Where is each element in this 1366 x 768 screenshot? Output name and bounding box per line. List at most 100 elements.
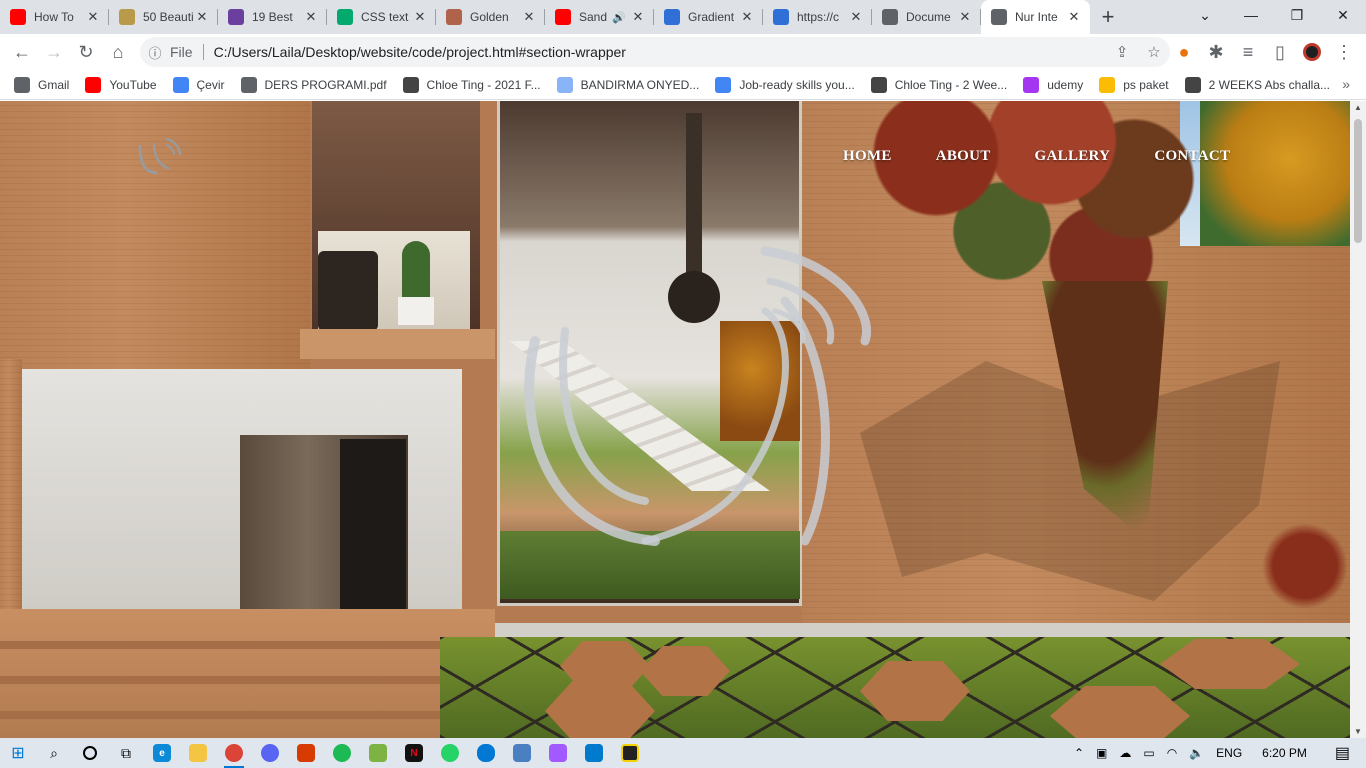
bookmark-star-icon[interactable]: ☆ xyxy=(1138,43,1170,61)
close-window-button[interactable]: ✕ xyxy=(1320,0,1366,30)
close-tab-icon[interactable]: ✕ xyxy=(194,9,210,25)
bookmark-item[interactable]: Gmail xyxy=(14,76,70,93)
browser-tab[interactable]: 19 Best ✕ xyxy=(218,0,327,34)
volume-icon[interactable]: 🔈 xyxy=(1189,746,1204,760)
whatsapp-icon[interactable] xyxy=(432,738,468,768)
meet-now-icon[interactable]: ▣ xyxy=(1096,746,1107,760)
browser-tab[interactable]: 50 Beauti ✕ xyxy=(109,0,218,34)
scrollbar-thumb[interactable] xyxy=(1354,119,1362,243)
share-icon[interactable]: ⇪ xyxy=(1106,43,1138,61)
discord-icon[interactable] xyxy=(252,738,288,768)
onedrive-icon[interactable] xyxy=(468,738,504,768)
sticky-notes-icon[interactable] xyxy=(612,738,648,768)
task-view-icon[interactable]: ⧉ xyxy=(108,738,144,768)
site-logo-icon[interactable] xyxy=(136,135,186,179)
puzzle-extensions-icon[interactable]: ✱ xyxy=(1200,36,1232,68)
speaker-icon[interactable]: 🔊 xyxy=(612,11,626,24)
bookmark-item[interactable]: Job-ready skills you... xyxy=(715,76,855,93)
tab-title: 50 Beauti xyxy=(143,10,194,24)
back-arrow-icon[interactable]: ← xyxy=(6,36,38,68)
edge-icon[interactable]: e xyxy=(144,738,180,768)
close-tab-icon[interactable]: ✕ xyxy=(1066,9,1082,25)
more-bookmarks-icon[interactable]: » xyxy=(1342,76,1350,92)
nav-home-link[interactable]: HOME xyxy=(843,148,892,165)
globe-icon xyxy=(240,76,257,93)
chrome-icon[interactable] xyxy=(216,738,252,768)
browser-tab[interactable]: CSS text ✕ xyxy=(327,0,436,34)
bookmark-label: Gmail xyxy=(38,77,70,92)
menu-dots-icon[interactable]: ⋮ xyxy=(1328,36,1360,68)
file-explorer-icon[interactable] xyxy=(180,738,216,768)
site-navigation: HOME ABOUT GALLERY CONTACT xyxy=(843,148,1274,165)
browser-tab[interactable]: Gradient ✕ xyxy=(654,0,763,34)
minimize-button[interactable]: — xyxy=(1228,0,1274,30)
netflix-icon[interactable]: N xyxy=(396,738,432,768)
nav-contact-link[interactable]: CONTACT xyxy=(1154,148,1230,165)
keyboard-icon[interactable] xyxy=(504,738,540,768)
cortana-icon[interactable] xyxy=(72,738,108,768)
vscode-icon[interactable] xyxy=(576,738,612,768)
extension-icon[interactable]: ● xyxy=(1168,36,1200,68)
wifi-icon[interactable]: ◠ xyxy=(1167,746,1177,760)
scroll-down-icon[interactable]: ▼ xyxy=(1354,727,1362,736)
bookmark-label: udemy xyxy=(1047,77,1084,92)
restore-button[interactable]: ❐ xyxy=(1274,0,1320,30)
system-tray: ⌃ ▣ ☁ ▭ ◠ 🔈 ENG 6:20 PM ▤ xyxy=(1068,738,1366,768)
bookmark-item[interactable]: YouTube xyxy=(85,76,157,93)
close-tab-icon[interactable]: ✕ xyxy=(848,9,864,25)
figma-icon[interactable] xyxy=(540,738,576,768)
bookmark-item[interactable]: 2 WEEKS Abs challa... xyxy=(1184,76,1330,93)
scroll-up-icon[interactable]: ▲ xyxy=(1354,103,1362,112)
close-tab-icon[interactable]: ✕ xyxy=(303,9,319,25)
tray-overflow-icon[interactable]: ⌃ xyxy=(1074,746,1084,760)
nav-gallery-link[interactable]: GALLERY xyxy=(1035,148,1111,165)
plant-pot xyxy=(398,297,434,325)
close-tab-icon[interactable]: ✕ xyxy=(739,9,755,25)
spotify-icon[interactable] xyxy=(324,738,360,768)
battery-icon[interactable]: ▭ xyxy=(1143,746,1154,760)
globe-icon xyxy=(882,9,898,25)
close-tab-icon[interactable]: ✕ xyxy=(85,9,101,25)
browser-tab[interactable]: Sand 🔊 ✕ xyxy=(545,0,654,34)
search-icon[interactable]: ⌕ xyxy=(36,738,72,768)
notifications-icon[interactable]: ▤ xyxy=(1335,743,1350,763)
clock[interactable]: 6:20 PM xyxy=(1262,746,1307,760)
new-tab-button[interactable]: + xyxy=(1090,0,1126,34)
address-bar[interactable]: ⓘ File C:/Users/Laila/Desktop/website/co… xyxy=(140,37,1170,67)
forward-arrow-icon[interactable]: → xyxy=(38,36,70,68)
bookmark-item[interactable]: BANDIRMA ONYED... xyxy=(556,76,699,93)
info-icon[interactable]: ⓘ xyxy=(140,43,170,62)
page-scrollbar[interactable]: ▲ ▼ xyxy=(1350,101,1366,738)
profile-avatar[interactable] xyxy=(1296,36,1328,68)
browser-tab[interactable]: How To ✕ xyxy=(0,0,109,34)
media-control-icon[interactable]: ≡ xyxy=(1232,36,1264,68)
onedrive-tray-icon[interactable]: ☁ xyxy=(1119,746,1131,760)
address-url[interactable]: C:/Users/Laila/Desktop/website/code/proj… xyxy=(214,44,1106,60)
close-tab-icon[interactable]: ✕ xyxy=(957,9,973,25)
nav-about-link[interactable]: ABOUT xyxy=(936,148,991,165)
close-tab-icon[interactable]: ✕ xyxy=(630,9,646,25)
close-tab-icon[interactable]: ✕ xyxy=(521,9,537,25)
bookmark-item[interactable]: DERS PROGRAMI.pdf xyxy=(240,76,387,93)
tab-search-icon[interactable]: ⌄ xyxy=(1182,0,1228,30)
cssgradient-icon xyxy=(664,9,680,25)
reload-icon[interactable]: ↻ xyxy=(70,36,102,68)
bookmark-label: ps paket xyxy=(1123,77,1169,92)
side-panel-icon[interactable]: ▯ xyxy=(1264,36,1296,68)
close-tab-icon[interactable]: ✕ xyxy=(412,9,428,25)
bookmark-item[interactable]: Chloe Ting - 2021 F... xyxy=(402,76,541,93)
bookmark-item[interactable]: Chloe Ting - 2 Wee... xyxy=(870,76,1007,93)
bookmark-item[interactable]: ps paket xyxy=(1099,76,1169,93)
browser-tab[interactable]: https://c ✕ xyxy=(763,0,872,34)
photo-editor-icon[interactable] xyxy=(360,738,396,768)
browser-tab[interactable]: Docume ✕ xyxy=(872,0,981,34)
globe-icon xyxy=(14,76,30,93)
bookmark-item[interactable]: Çevir xyxy=(172,76,225,93)
home-icon[interactable]: ⌂ xyxy=(102,36,134,68)
office-icon[interactable] xyxy=(288,738,324,768)
language-indicator[interactable]: ENG xyxy=(1216,746,1242,760)
browser-tab[interactable]: Golden ✕ xyxy=(436,0,545,34)
bookmark-item[interactable]: udemy xyxy=(1023,76,1084,93)
windows-start-icon[interactable]: ⊞ xyxy=(0,738,36,768)
browser-tab[interactable]: Nur Inte ✕ xyxy=(981,0,1090,34)
